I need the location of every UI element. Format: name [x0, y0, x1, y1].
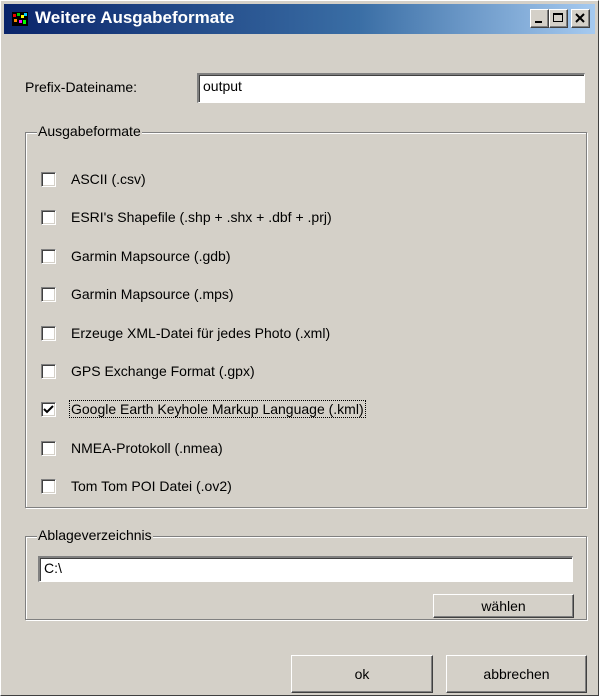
format-label: ESRI's Shapefile (.shp + .shx + .dbf + .…: [71, 209, 332, 225]
format-option[interactable]: GPS Exchange Format (.gpx): [41, 359, 256, 383]
format-label: NMEA-Protokoll (.nmea): [71, 440, 223, 456]
format-checkbox[interactable]: [41, 209, 56, 225]
cancel-button[interactable]: abbrechen: [446, 655, 587, 693]
output-formats-title: Ausgabeformate: [37, 123, 142, 139]
format-option[interactable]: ASCII (.csv): [41, 167, 147, 191]
format-label: Garmin Mapsource (.gdb): [71, 248, 231, 264]
maximize-icon: [553, 13, 563, 22]
format-checkbox[interactable]: [41, 248, 56, 264]
format-option[interactable]: Garmin Mapsource (.mps): [41, 282, 235, 306]
format-checkbox[interactable]: [41, 478, 56, 494]
format-label: Garmin Mapsource (.mps): [71, 286, 234, 302]
dialog-window: Weitere Ausgabeformate Prefix-Dateiname:…: [0, 0, 599, 696]
ok-button[interactable]: ok: [291, 655, 433, 693]
checkmark-icon: [43, 404, 54, 413]
format-checkbox[interactable]: [41, 325, 56, 341]
format-checkbox[interactable]: [41, 286, 56, 302]
format-checkbox[interactable]: [41, 440, 56, 456]
format-option[interactable]: Erzeuge XML-Datei für jedes Photo (.xml): [41, 321, 331, 345]
format-option[interactable]: NMEA-Protokoll (.nmea): [41, 436, 224, 460]
maximize-button[interactable]: [549, 9, 568, 28]
prefix-label: Prefix-Dateiname:: [25, 79, 138, 95]
format-option[interactable]: ESRI's Shapefile (.shp + .shx + .dbf + .…: [41, 205, 333, 229]
format-checkbox[interactable]: [41, 171, 56, 187]
minimize-button[interactable]: [530, 9, 549, 28]
format-option[interactable]: Tom Tom POI Datei (.ov2): [41, 474, 233, 498]
close-icon: [575, 13, 585, 23]
window-title: Weitere Ausgabeformate: [35, 8, 235, 27]
format-option[interactable]: Garmin Mapsource (.gdb): [41, 244, 232, 268]
format-label: ASCII (.csv): [71, 171, 146, 187]
format-label: Erzeuge XML-Datei für jedes Photo (.xml): [71, 325, 331, 341]
format-label: GPS Exchange Format (.gpx): [71, 363, 255, 379]
format-label: Tom Tom POI Datei (.ov2): [71, 478, 232, 494]
choose-folder-button[interactable]: wählen: [433, 594, 574, 618]
app-icon: [12, 12, 28, 26]
minimize-icon: [535, 21, 542, 23]
folder-title: Ablageverzeichnis: [37, 527, 153, 543]
format-option[interactable]: Google Earth Keyhole Markup Language (.k…: [41, 397, 366, 421]
close-button[interactable]: [571, 9, 590, 28]
format-checkbox[interactable]: [41, 363, 56, 379]
title-bar[interactable]: Weitere Ausgabeformate: [4, 4, 595, 34]
format-checkbox[interactable]: [41, 401, 56, 417]
format-label: Google Earth Keyhole Markup Language (.k…: [69, 400, 366, 418]
prefix-input[interactable]: output: [197, 73, 585, 103]
folder-input[interactable]: C:\: [38, 556, 573, 582]
